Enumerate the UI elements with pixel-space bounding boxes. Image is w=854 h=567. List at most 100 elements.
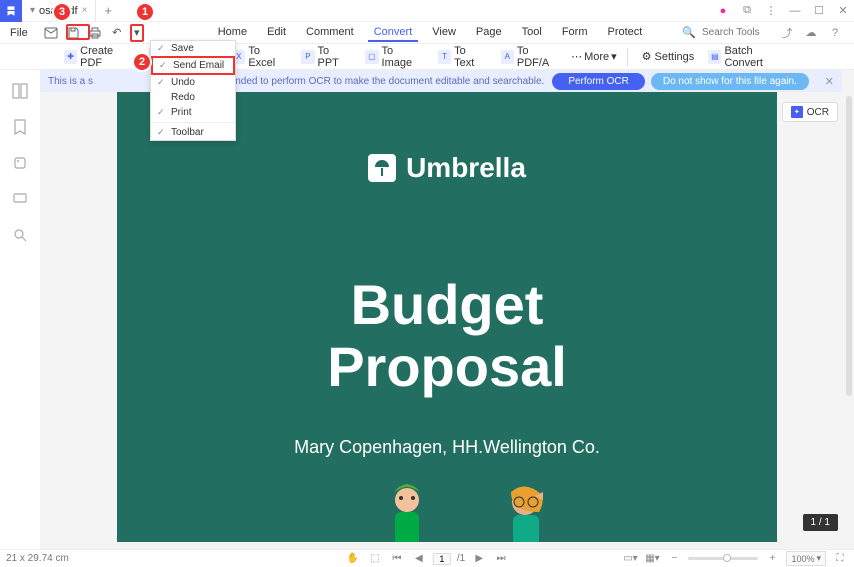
attachments-panel-icon[interactable] (11, 154, 29, 172)
ocr-float-button[interactable]: ✦ OCR (782, 102, 838, 122)
share-button[interactable]: ⤴ (778, 24, 796, 42)
share-window-icon[interactable]: ⧉ (736, 0, 758, 22)
save-indicator-icon: ▾ (30, 5, 35, 16)
menu-item-save[interactable]: ✓Save (151, 41, 235, 56)
tab-convert[interactable]: Convert (368, 24, 419, 42)
document-viewport[interactable]: This is a s mmended to perform OCR to ma… (40, 70, 854, 549)
view-mode-button[interactable]: ▦▾ (644, 551, 660, 567)
dismiss-ocr-button[interactable]: Do not show for this file again. (651, 73, 809, 90)
thumbnails-panel-icon[interactable] (11, 82, 29, 100)
chevron-down-icon: ▾ (816, 553, 821, 564)
create-pdf-button[interactable]: ✚Create PDF (60, 43, 139, 71)
fullscreen-button[interactable]: ⛶ (832, 551, 848, 567)
tab-protect[interactable]: Protect (601, 24, 648, 42)
first-page-button[interactable]: ⏮ (389, 551, 405, 567)
check-icon: ✓ (159, 60, 169, 71)
page-dimensions: 21 x 29.74 cm (6, 553, 69, 564)
brand-name: Umbrella (406, 152, 526, 184)
page-number-badge: 1 / 1 (803, 514, 838, 531)
check-icon: ✓ (157, 107, 167, 118)
zoom-level-box[interactable]: 100%▾ (786, 551, 826, 566)
to-pdfa-button[interactable]: ATo PDF/A (497, 43, 565, 71)
bookmarks-panel-icon[interactable] (11, 118, 29, 136)
pdf-page: Umbrella Budget Proposal Mary Copenhagen… (117, 92, 777, 542)
search-input[interactable] (702, 27, 772, 38)
callout-3-highlight (66, 24, 90, 40)
trial-indicator-icon[interactable]: ● (712, 0, 734, 22)
doc-author: Mary Copenhagen, HH.Wellington Co. (294, 437, 600, 458)
more-convert-button[interactable]: ⋯More▾ (571, 50, 617, 63)
image-icon: ▢ (365, 50, 378, 64)
to-excel-button[interactable]: XTo Excel (228, 43, 291, 71)
qat-undo-button[interactable]: ↶ (108, 24, 126, 42)
menu-bar: File ↶ ▾ Home Edit Comment Convert View … (0, 22, 854, 44)
tab-view[interactable]: View (426, 24, 462, 42)
search-icon: 🔍 (682, 26, 696, 39)
prev-page-button[interactable]: ◀ (411, 551, 427, 567)
tab-form[interactable]: Form (556, 24, 594, 42)
pdfa-icon: A (501, 50, 514, 64)
check-icon: ✓ (157, 77, 167, 88)
qat-customize-menu: ✓Save ✓Send Email ✓Undo Redo ✓Print ✓Too… (150, 40, 236, 141)
zoom-slider-thumb[interactable] (723, 554, 731, 562)
vertical-scrollbar[interactable] (846, 96, 852, 396)
tab-comment[interactable]: Comment (300, 24, 360, 42)
zoom-out-button[interactable]: − (666, 551, 682, 567)
overflow-menu-icon[interactable]: ⋮ (760, 0, 782, 22)
check-icon: ✓ (157, 127, 167, 138)
brand-row: Umbrella (368, 152, 526, 184)
settings-button[interactable]: ⚙Settings (638, 48, 699, 65)
to-image-button[interactable]: ▢To Image (361, 43, 428, 71)
menu-item-print[interactable]: ✓Print (151, 105, 235, 120)
search-panel-icon[interactable] (11, 226, 29, 244)
menu-item-send-email[interactable]: ✓Send Email (151, 56, 235, 75)
perform-ocr-button[interactable]: Perform OCR (552, 73, 645, 90)
app-logo (0, 0, 22, 22)
tab-edit[interactable]: Edit (261, 24, 292, 42)
last-page-button[interactable]: ⏭ (493, 551, 509, 567)
menu-item-undo[interactable]: ✓Undo (151, 75, 235, 90)
page-total: /1 (457, 553, 465, 564)
minimize-button[interactable]: — (784, 0, 806, 22)
to-text-button[interactable]: TTo Text (434, 43, 491, 71)
help-button[interactable]: ? (826, 24, 844, 42)
title-bar: ▾ osal.pdf × + ● ⧉ ⋮ — ☐ ✕ (0, 0, 854, 22)
new-tab-button[interactable]: + (96, 3, 120, 18)
left-sidebar (0, 70, 40, 549)
maximize-button[interactable]: ☐ (808, 0, 830, 22)
menu-item-redo[interactable]: Redo (151, 90, 235, 105)
create-pdf-icon: ✚ (64, 50, 77, 64)
select-tool-button[interactable]: ⬚ (367, 551, 383, 567)
zoom-in-button[interactable]: + (764, 551, 780, 567)
page-number-input[interactable] (433, 553, 451, 565)
next-page-button[interactable]: ▶ (471, 551, 487, 567)
cloud-button[interactable]: ☁ (802, 24, 820, 42)
file-menu[interactable]: File (4, 27, 34, 39)
tab-tool[interactable]: Tool (516, 24, 548, 42)
banner-text-suffix: mmended to perform OCR to make the docum… (213, 76, 544, 87)
ppt-icon: P (301, 50, 314, 64)
menu-separator (151, 122, 235, 123)
illustration (117, 472, 777, 542)
fit-page-button[interactable]: ▭▾ (622, 551, 638, 567)
zoom-slider[interactable] (688, 557, 758, 560)
gear-icon: ⚙ (642, 50, 652, 63)
tab-page[interactable]: Page (470, 24, 508, 42)
to-ppt-button[interactable]: PTo PPT (297, 43, 355, 71)
convert-toolbar: ✚Create PDF WTo Word XTo Excel PTo PPT ▢… (0, 44, 854, 70)
more-icon: ⋯ (571, 50, 582, 63)
hand-tool-button[interactable]: ✋ (345, 551, 361, 567)
close-banner-button[interactable]: ✕ (825, 75, 834, 88)
comments-panel-icon[interactable] (11, 190, 29, 208)
tab-close-button[interactable]: × (82, 5, 88, 16)
ocr-icon: ✦ (791, 106, 803, 118)
tab-home[interactable]: Home (212, 24, 253, 42)
qat-email-button[interactable] (42, 24, 60, 42)
banner-text-prefix: This is a s (48, 76, 93, 87)
batch-convert-button[interactable]: ▤Batch Convert (704, 43, 794, 71)
callout-1: 1 (135, 2, 155, 22)
main-area: This is a s mmended to perform OCR to ma… (0, 70, 854, 549)
qat-customize-dropdown[interactable]: ▾ (130, 24, 144, 42)
menu-item-toolbar[interactable]: ✓Toolbar (151, 125, 235, 140)
close-window-button[interactable]: ✕ (832, 0, 854, 22)
